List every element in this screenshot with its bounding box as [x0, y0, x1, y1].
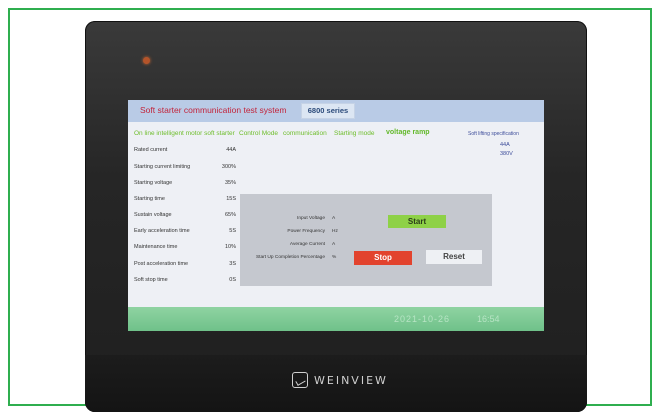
- param-label: Early acceleration time: [134, 228, 190, 234]
- average-current-unit: A: [332, 242, 336, 247]
- param-label: Starting voltage: [134, 180, 173, 186]
- param-label: Starting current limiting: [134, 164, 191, 170]
- start-button[interactable]: Start: [388, 215, 446, 228]
- reset-button[interactable]: Reset: [426, 250, 482, 264]
- menu-control-mode[interactable]: Control Mode: [239, 130, 278, 137]
- status-footer: 2021-10-26 16:54: [128, 307, 544, 331]
- power-led-icon: [143, 57, 150, 64]
- menu-starting-mode[interactable]: Starting mode: [334, 130, 374, 137]
- brand-name: WEINVIEW: [314, 373, 388, 387]
- param-value[interactable]: 15S: [206, 196, 236, 202]
- spec-voltage: 380V: [500, 151, 513, 157]
- footer-date: 2021-10-26: [394, 314, 451, 324]
- param-label: Soft stop time: [134, 277, 168, 283]
- completion-label: Start Up Completion Percentage: [255, 255, 325, 260]
- weinview-logo-icon: [292, 372, 308, 388]
- page-title: Soft starter communication test system: [140, 105, 287, 115]
- completion-unit: %: [332, 255, 337, 260]
- menu-online-soft-starter[interactable]: On line intelligent motor soft starter: [134, 130, 235, 137]
- title-bar: Soft starter communication test system 6…: [128, 100, 544, 122]
- menu-voltage-ramp[interactable]: voltage ramp: [386, 129, 430, 136]
- run-panel: Input Voltage A Power Frequency Hz Avera…: [240, 194, 492, 286]
- power-frequency-unit: Hz: [332, 229, 338, 234]
- input-voltage-label: Input Voltage: [296, 216, 325, 221]
- power-frequency-label: Power Frequency: [287, 229, 325, 234]
- stop-button[interactable]: Stop: [354, 251, 412, 265]
- param-value[interactable]: 44A: [206, 147, 236, 153]
- param-label: Post acceleration time: [134, 261, 189, 267]
- spec-current: 44A: [500, 142, 510, 148]
- brand-logo: WEINVIEW: [292, 372, 388, 388]
- param-value[interactable]: 0S: [206, 277, 236, 283]
- hmi-screen: Soft starter communication test system 6…: [128, 100, 544, 331]
- param-value[interactable]: 300%: [206, 164, 236, 170]
- menu-communication[interactable]: communication: [283, 130, 327, 137]
- average-current-label: Average Current: [289, 242, 325, 247]
- param-value[interactable]: 35%: [206, 180, 236, 186]
- param-value[interactable]: 3S: [206, 261, 236, 267]
- param-label: Sustain voltage: [134, 212, 172, 218]
- param-label: Rated current: [134, 147, 168, 153]
- footer-time: 16:54: [477, 314, 500, 324]
- spec-label: Soft lifting specification: [468, 131, 519, 137]
- param-label: Maintenance time: [134, 244, 178, 250]
- input-voltage-unit: A: [332, 216, 336, 221]
- series-button[interactable]: 6800 series: [301, 103, 355, 119]
- param-label: Starting time: [134, 196, 165, 202]
